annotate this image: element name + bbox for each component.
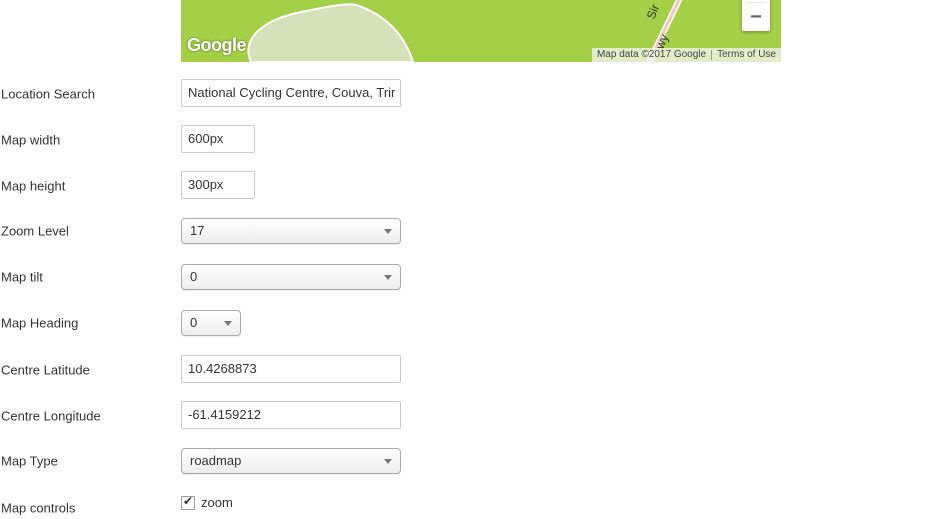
row-map-controls: Map controls ✔ zoom: [0, 494, 933, 519]
map-height-input[interactable]: 300px: [181, 171, 255, 199]
terms-of-use-link[interactable]: Terms of Use: [712, 48, 781, 62]
row-centre-latitude: Centre Latitude 10.4268873: [0, 355, 933, 385]
centre-latitude-input[interactable]: 10.4268873: [181, 355, 401, 383]
road-label-1: Sir: [644, 2, 662, 21]
map-zoom-control: + −: [742, 0, 770, 31]
map-width-label: Map width: [1, 132, 61, 148]
chevron-down-icon: [384, 229, 392, 234]
row-map-width: Map width 600px: [0, 125, 933, 155]
google-logo: Google: [187, 35, 247, 55]
checkmark-icon: ✔: [183, 494, 194, 508]
centre-latitude-label: Centre Latitude: [1, 362, 90, 378]
location-search-input[interactable]: National Cycling Centre, Couva, Trir: [181, 79, 401, 107]
zoom-level-label: Zoom Level: [1, 223, 69, 239]
chevron-down-icon: [384, 275, 392, 280]
map-heading-select[interactable]: 0: [181, 310, 241, 336]
location-search-label: Location Search: [1, 86, 95, 102]
map-height-label: Map height: [1, 178, 66, 194]
map-type-select[interactable]: roadmap: [181, 448, 401, 474]
row-location-search: Location Search National Cycling Centre,…: [0, 79, 933, 109]
chevron-down-icon: [224, 321, 232, 326]
centre-longitude-input[interactable]: -61.4159212: [181, 401, 401, 429]
map-tilt-select[interactable]: 0: [181, 264, 401, 290]
map-heading-value: 0: [190, 315, 198, 330]
row-zoom-level: Zoom Level 17: [0, 218, 933, 248]
map-tilt-value: 0: [190, 269, 198, 284]
map-tilt-label: Map tilt: [1, 269, 43, 285]
row-map-heading: Map Heading 0: [0, 310, 933, 340]
map-attribution: Map data ©2017 Google Terms of Use: [591, 48, 781, 62]
centre-longitude-label: Centre Longitude: [1, 408, 101, 424]
row-map-tilt: Map tilt 0: [0, 264, 933, 294]
map-width-input[interactable]: 600px: [181, 125, 255, 153]
zoom-level-select[interactable]: 17: [181, 218, 401, 244]
map-preview[interactable]: Sir wy Google Map data ©2017 Google Term…: [181, 0, 781, 62]
row-map-type: Map Type roadmap: [0, 448, 933, 478]
park-area: [247, 3, 415, 62]
map-data-text: Map data ©2017 Google: [596, 49, 707, 60]
zoom-level-value: 17: [190, 223, 205, 238]
row-centre-longitude: Centre Longitude -61.4159212: [0, 401, 933, 431]
map-heading-label: Map Heading: [1, 315, 79, 331]
map-controls-label: Map controls: [1, 500, 76, 516]
zoom-checkbox[interactable]: ✔: [181, 494, 195, 510]
zoom-out-button[interactable]: −: [742, 3, 770, 31]
map-type-value: roadmap: [190, 453, 242, 468]
row-map-height: Map height 300px: [0, 171, 933, 201]
map-type-label: Map Type: [1, 453, 58, 469]
chevron-down-icon: [384, 459, 392, 464]
zoom-checkbox-label: zoom: [201, 495, 233, 510]
